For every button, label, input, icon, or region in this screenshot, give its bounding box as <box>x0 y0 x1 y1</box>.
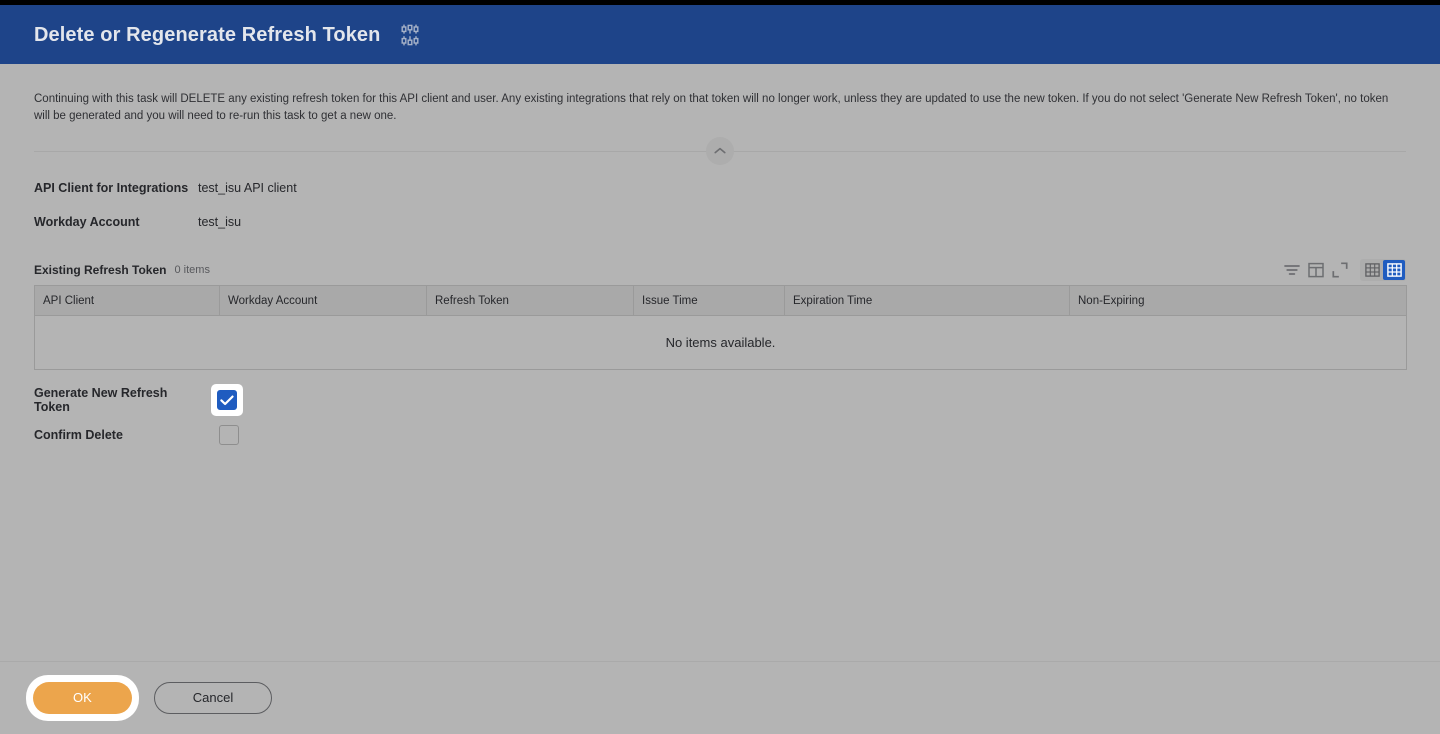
column-config-icon[interactable] <box>1304 259 1327 281</box>
field-value-workday-account: test_isu <box>198 215 242 229</box>
column-header-api-client[interactable]: API Client <box>34 285 220 316</box>
cancel-button[interactable]: Cancel <box>153 682 273 714</box>
column-header-issue-time[interactable]: Issue Time <box>633 285 785 316</box>
column-header-expiration-time[interactable]: Expiration Time <box>784 285 1070 316</box>
page-title: Delete or Regenerate Refresh Token <box>34 23 381 46</box>
chevron-up-icon[interactable] <box>706 137 734 165</box>
empty-checkbox-icon <box>219 425 239 445</box>
checkbox-label-confirm-delete: Confirm Delete <box>34 428 123 442</box>
column-header-non-expiring[interactable]: Non-Expiring <box>1069 285 1407 316</box>
existing-refresh-token-section: Existing Refresh Token 0 items API Clien… <box>34 259 1407 370</box>
section-divider <box>34 134 1406 168</box>
dialog-footer: OK Cancel <box>0 661 1440 734</box>
grid-item-count: 0 items <box>174 264 210 276</box>
ok-button[interactable]: OK <box>33 682 132 714</box>
field-row-api-client: API Client for Integrations test_isu API… <box>34 181 1406 205</box>
grid-view-toggle-group <box>1360 259 1406 281</box>
generate-new-refresh-token-checkbox[interactable] <box>211 384 243 416</box>
confirm-delete-checkbox[interactable] <box>219 425 239 445</box>
table-empty-row: No items available. <box>34 315 1407 370</box>
grid-caption: Existing Refresh Token <box>34 263 167 277</box>
table-view-icon[interactable] <box>1383 260 1405 280</box>
expand-icon[interactable] <box>1328 259 1351 281</box>
empty-message: No items available. <box>34 315 1407 370</box>
ok-button-focus-ring: OK <box>26 675 139 721</box>
existing-refresh-token-table: API Client Workday Account Refresh Token… <box>34 285 1407 370</box>
column-header-refresh-token[interactable]: Refresh Token <box>426 285 634 316</box>
grid-toolbar <box>1279 259 1406 281</box>
checkmark-icon <box>217 390 237 410</box>
grid-caption-row: Existing Refresh Token 0 items <box>34 259 1406 281</box>
grid-view-icon[interactable] <box>1361 260 1383 280</box>
dialog-body: Continuing with this task will DELETE an… <box>0 64 1440 661</box>
checkbox-row-generate-new-refresh-token: Generate New Refresh Token <box>34 384 1406 416</box>
checkbox-row-confirm-delete: Confirm Delete <box>34 421 1406 449</box>
checkbox-label-generate-new-refresh-token: Generate New Refresh Token <box>34 386 168 414</box>
task-dialog: Delete or Regenerate Refresh Token Conti… <box>0 0 1440 734</box>
field-label-workday-account: Workday Account <box>34 215 140 229</box>
intro-text: Continuing with this task will DELETE an… <box>34 93 1389 122</box>
filter-icon[interactable] <box>1280 259 1303 281</box>
sliders-settings-icon[interactable] <box>398 23 422 47</box>
table-header-row: API Client Workday Account Refresh Token… <box>34 285 1407 316</box>
field-label-api-client: API Client for Integrations <box>34 181 189 195</box>
column-header-workday-account[interactable]: Workday Account <box>219 285 427 316</box>
dialog-header: Delete or Regenerate Refresh Token <box>0 5 1440 64</box>
field-row-workday-account: Workday Account test_isu <box>34 215 1406 239</box>
field-value-api-client: test_isu API client <box>198 181 297 195</box>
